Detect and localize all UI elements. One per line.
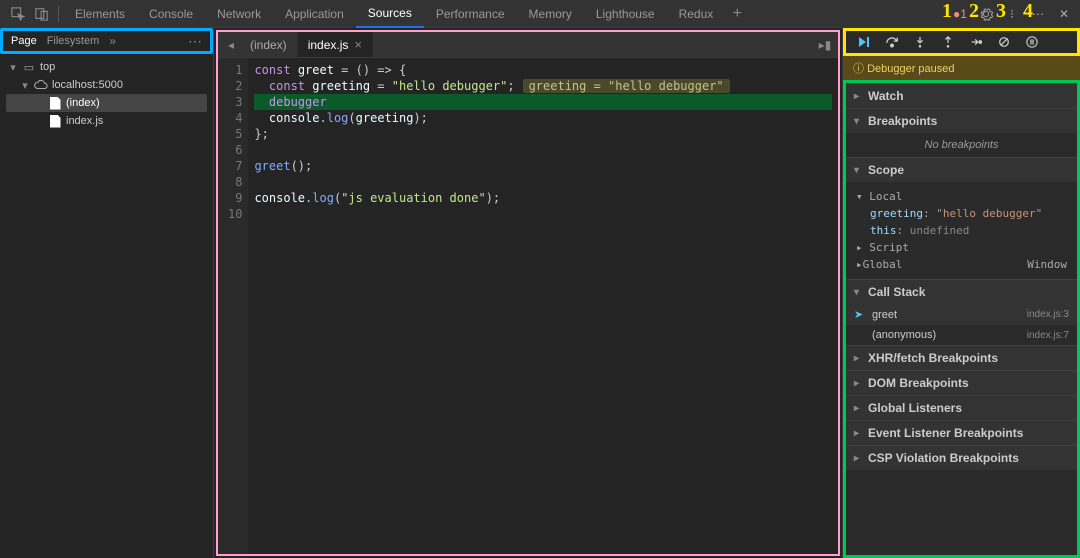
navigator-more-icon[interactable]: » <box>109 34 116 48</box>
panel-xhr[interactable]: ▸XHR/fetch Breakpoints <box>846 345 1077 370</box>
debugger-panels: ▸Watch ▾Breakpoints No breakpoints ▾Scop… <box>843 80 1080 558</box>
navigator-pane: Page Filesystem » ⋯ ▾ ▭ top ▾ localhost:… <box>0 28 214 558</box>
tree-top[interactable]: ▾ ▭ top <box>6 58 207 76</box>
step-over-icon[interactable] <box>882 32 902 52</box>
frame-marker-icon: ➤ <box>854 308 866 321</box>
inline-value-preview: greeting = "hello debugger" <box>523 79 730 93</box>
panel-event-listener[interactable]: ▸Event Listener Breakpoints <box>846 420 1077 445</box>
annotation-overlay: 1 2 3 4 <box>942 0 1039 23</box>
tabs-scroll-left-icon[interactable]: ◂ <box>222 38 240 52</box>
code-line: console.log(greeting); <box>254 110 832 126</box>
frame-fn: (anonymous) <box>872 329 936 341</box>
top-tab-memory[interactable]: Memory <box>517 0 584 28</box>
debugger-status: ⓘ Debugger paused <box>843 56 1080 80</box>
file-tabs: ◂ (index) index.js × ▸▮ <box>218 32 838 58</box>
file-tab-label: index.js <box>308 38 349 52</box>
tree-top-label: top <box>40 61 55 73</box>
tree-host-label: localhost:5000 <box>52 79 123 91</box>
panel-csp[interactable]: ▸CSP Violation Breakpoints <box>846 445 1077 470</box>
navigator-overflow-icon[interactable]: ⋯ <box>188 33 202 50</box>
file-icon <box>48 114 62 128</box>
cloud-icon <box>34 78 48 92</box>
top-tab-application[interactable]: Application <box>273 0 356 28</box>
top-tab-network[interactable]: Network <box>205 0 273 28</box>
frame-location: index.js:7 <box>1027 330 1069 341</box>
code-editor[interactable]: 12345678910 const greet = () => { const … <box>218 58 838 554</box>
step-out-icon[interactable] <box>938 32 958 52</box>
scope-variable[interactable]: this: undefined <box>856 222 1067 239</box>
scope-variable[interactable]: greeting: "hello debugger" <box>856 205 1067 222</box>
pause-on-exceptions-icon[interactable] <box>1022 32 1042 52</box>
navigator-tab-filesystem[interactable]: Filesystem <box>47 31 100 51</box>
inspect-icon[interactable] <box>9 5 27 23</box>
deactivate-breakpoints-icon[interactable] <box>994 32 1014 52</box>
debugger-pane: ⓘ Debugger paused ▸Watch ▾Breakpoints No… <box>842 28 1080 558</box>
frame-fn: greet <box>872 309 897 321</box>
panel-breakpoints[interactable]: ▾Breakpoints <box>846 108 1077 133</box>
close-devtools-icon[interactable]: ✕ <box>1054 4 1074 24</box>
tree-file-label: index.js <box>66 115 103 127</box>
code-line: const greet = () => { <box>254 62 832 78</box>
scope-script[interactable]: ▸ Script <box>856 239 1067 256</box>
frame-location: index.js:3 <box>1027 309 1069 320</box>
close-tab-icon[interactable]: × <box>354 37 362 52</box>
code-area[interactable]: const greet = () => { const greeting = "… <box>248 58 838 554</box>
panel-callstack[interactable]: ▾Call Stack <box>846 279 1077 304</box>
top-tab-performance[interactable]: Performance <box>424 0 517 28</box>
code-line: console.log("js evaluation done"); <box>254 190 832 206</box>
line-gutter[interactable]: 12345678910 <box>218 58 248 554</box>
divider <box>58 6 59 22</box>
code-line: debugger <box>254 94 832 110</box>
step-icon[interactable] <box>966 32 986 52</box>
show-navigator-icon[interactable]: ▸▮ <box>816 38 834 52</box>
file-tab-label: (index) <box>250 38 287 52</box>
resume-icon[interactable] <box>854 32 874 52</box>
top-tab-redux[interactable]: Redux <box>667 0 726 28</box>
step-into-icon[interactable] <box>910 32 930 52</box>
scope-body: ▾ Local greeting: "hello debugger"this: … <box>846 182 1077 279</box>
callstack-frame[interactable]: (anonymous) index.js:7 <box>846 325 1077 345</box>
tree-file[interactable]: index.js <box>6 112 207 130</box>
navigator-tab-page[interactable]: Page <box>11 31 37 51</box>
editor-pane: ◂ (index) index.js × ▸▮ 12345678910 const … <box>216 30 840 556</box>
file-tab[interactable]: (index) <box>240 32 298 57</box>
code-line: greet(); <box>254 158 832 174</box>
file-tab[interactable]: index.js × <box>298 32 373 57</box>
debugger-controls <box>843 28 1080 56</box>
tree-file-label: (index) <box>66 97 100 109</box>
top-tab-sources[interactable]: Sources <box>356 0 424 28</box>
panel-scope[interactable]: ▾Scope <box>846 157 1077 182</box>
no-breakpoints-text: No breakpoints <box>846 133 1077 157</box>
tree-file[interactable]: (index) <box>6 94 207 112</box>
navigator-tabs: Page Filesystem » ⋯ <box>0 28 213 54</box>
file-tree: ▾ ▭ top ▾ localhost:5000 (index) index.js <box>0 54 213 134</box>
device-toggle-icon[interactable] <box>33 5 51 23</box>
code-line <box>254 142 832 158</box>
code-line: }; <box>254 126 832 142</box>
panel-global-listeners[interactable]: ▸Global Listeners <box>846 395 1077 420</box>
code-line <box>254 174 832 190</box>
code-line <box>254 206 832 222</box>
scope-global[interactable]: ▸ GlobalWindow <box>856 256 1067 273</box>
window-icon: ▭ <box>22 60 36 74</box>
scope-local[interactable]: ▾ Local <box>856 188 1067 205</box>
code-line: const greeting = "hello debugger";greeti… <box>254 78 832 94</box>
top-tab-console[interactable]: Console <box>137 0 205 28</box>
add-tab-icon[interactable]: + <box>728 5 746 23</box>
tree-host[interactable]: ▾ localhost:5000 <box>6 76 207 94</box>
callstack-frame[interactable]: ➤ greet index.js:3 <box>846 304 1077 325</box>
panel-watch[interactable]: ▸Watch <box>846 83 1077 108</box>
top-tab-lighthouse[interactable]: Lighthouse <box>584 0 667 28</box>
panel-dom[interactable]: ▸DOM Breakpoints <box>846 370 1077 395</box>
top-tab-elements[interactable]: Elements <box>63 0 137 28</box>
file-icon <box>48 96 62 110</box>
devtools-top-tabs: ElementsConsoleNetworkApplicationSources… <box>0 0 1080 28</box>
